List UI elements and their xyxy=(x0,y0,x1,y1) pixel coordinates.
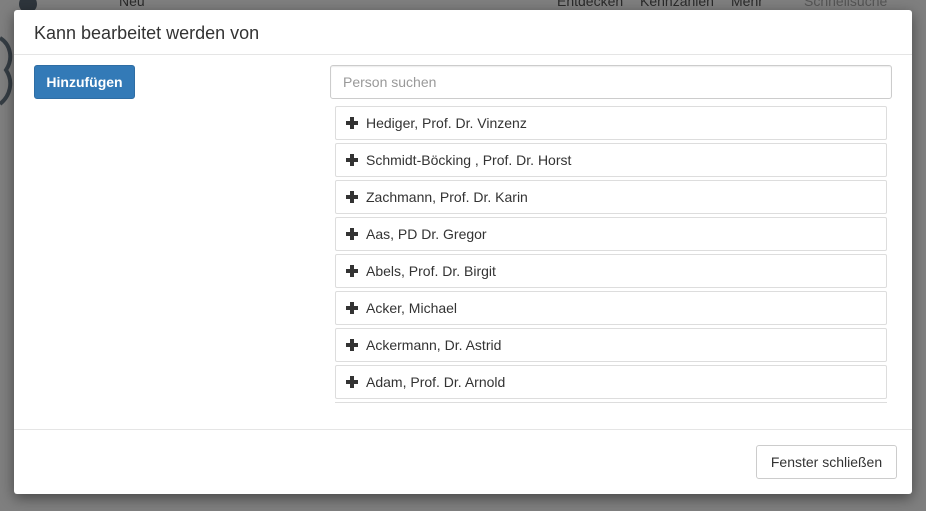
person-name: Hediger, Prof. Dr. Vinzenz xyxy=(366,115,527,131)
person-name: Ackermann, Dr. Astrid xyxy=(366,337,502,353)
person-list-overflow xyxy=(335,402,887,410)
person-list-item[interactable]: Acker, Michael xyxy=(335,291,887,325)
plus-icon xyxy=(346,117,358,129)
person-name: Abels, Prof. Dr. Birgit xyxy=(366,263,496,279)
person-list-item[interactable]: Abels, Prof. Dr. Birgit xyxy=(335,254,887,288)
plus-icon xyxy=(346,376,358,388)
person-name: Zachmann, Prof. Dr. Karin xyxy=(366,189,528,205)
person-name: Acker, Michael xyxy=(366,300,458,316)
close-window-button[interactable]: Fenster schließen xyxy=(756,445,897,479)
person-list-item[interactable]: Hediger, Prof. Dr. Vinzenz xyxy=(335,106,887,140)
plus-icon xyxy=(346,191,358,203)
dialog-footer: Fenster schließen xyxy=(14,429,912,494)
person-list-item[interactable]: Aas, PD Dr. Gregor xyxy=(335,217,887,251)
dialog-body: Hinzufügen Hediger, Prof. Dr. Vinzenz Sch… xyxy=(14,55,912,429)
person-list-item[interactable]: Ackermann, Dr. Astrid xyxy=(335,328,887,362)
permissions-dialog: Kann bearbeitet werden von Hinzufügen He… xyxy=(14,10,912,494)
person-list-item[interactable]: Zachmann, Prof. Dr. Karin xyxy=(335,180,887,214)
dialog-title: Kann bearbeitet werden von xyxy=(34,23,260,43)
dialog-header: Kann bearbeitet werden von xyxy=(14,10,912,55)
person-name: Schmidt-Böcking , Prof. Dr. Horst xyxy=(366,152,572,168)
plus-icon xyxy=(346,265,358,277)
person-list-item[interactable]: Schmidt-Böcking , Prof. Dr. Horst xyxy=(335,143,887,177)
person-name: Adam, Prof. Dr. Arnold xyxy=(366,374,506,390)
person-list: Hediger, Prof. Dr. Vinzenz Schmidt-Böckin… xyxy=(335,106,887,402)
person-name: Aas, PD Dr. Gregor xyxy=(366,226,487,242)
plus-icon xyxy=(346,302,358,314)
plus-icon xyxy=(346,228,358,240)
add-button[interactable]: Hinzufügen xyxy=(34,65,135,99)
plus-icon xyxy=(346,154,358,166)
person-list-item[interactable]: Adam, Prof. Dr. Arnold xyxy=(335,365,887,399)
person-search-input[interactable] xyxy=(330,65,892,99)
plus-icon xyxy=(346,339,358,351)
